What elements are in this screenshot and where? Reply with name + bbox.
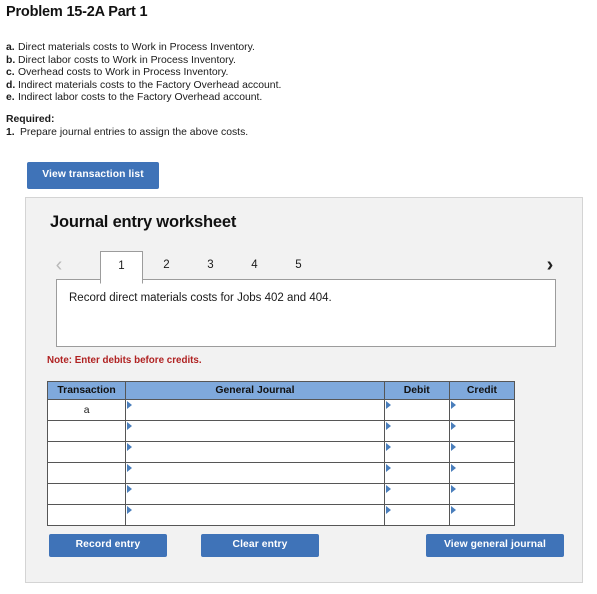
list-item: e. Indirect labor costs to the Factory Ov… [6, 92, 426, 105]
cell-debit[interactable] [383, 483, 450, 505]
cell-general-journal[interactable] [125, 462, 385, 484]
table-row: a [46, 399, 516, 421]
dropdown-marker-icon [385, 485, 391, 493]
table-row [46, 441, 516, 463]
worksheet-title: Journal entry worksheet [50, 213, 237, 231]
cell-general-journal[interactable] [125, 420, 385, 442]
column-header-transaction: Transaction [46, 381, 127, 400]
list-item: b. Direct labor costs to Work in Process … [6, 55, 426, 68]
table-row [46, 483, 516, 505]
cell-transaction[interactable] [46, 462, 127, 484]
cell-debit[interactable] [383, 441, 450, 463]
cell-transaction[interactable] [46, 420, 127, 442]
journal-entry-table: Transaction General Journal Debit Credit… [46, 381, 516, 526]
table-header-row: Transaction General Journal Debit Credit [46, 381, 516, 400]
dropdown-marker-icon [450, 422, 456, 430]
list-item-letter: d. [6, 79, 16, 91]
required-item-text: Prepare journal entries to assign the ab… [20, 127, 249, 138]
list-item: a. Direct materials costs to Work in Proc… [6, 42, 426, 55]
instruction-text: Record direct materials costs for Jobs 4… [69, 292, 332, 304]
cell-debit[interactable] [383, 504, 450, 526]
dropdown-marker-icon [385, 506, 391, 514]
table-row [46, 420, 516, 442]
list-item-text: Overhead costs to Work in Process Invent… [18, 67, 229, 79]
required-label: Required: [6, 114, 55, 125]
dropdown-marker-icon [385, 401, 391, 409]
cell-general-journal[interactable] [125, 483, 385, 505]
cell-credit[interactable] [448, 420, 516, 442]
dropdown-marker-icon [127, 401, 133, 409]
problem-page: Problem 15-2A Part 1 a. Direct materials … [0, 0, 597, 594]
dropdown-marker-icon [450, 464, 456, 472]
dropdown-marker-icon [450, 485, 456, 493]
cell-transaction[interactable] [46, 483, 127, 505]
list-item-text: Direct labor costs to Work in Process In… [18, 54, 236, 66]
tab-5[interactable]: 5 [277, 251, 320, 282]
cell-credit[interactable] [448, 483, 516, 505]
cell-credit[interactable] [448, 399, 516, 421]
tab-1[interactable]: 1 [100, 251, 143, 284]
dropdown-marker-icon [450, 401, 456, 409]
cell-credit[interactable] [448, 462, 516, 484]
cell-transaction[interactable]: a [46, 399, 127, 421]
cell-credit[interactable] [448, 504, 516, 526]
tab-label: 4 [251, 259, 258, 271]
cell-transaction[interactable] [46, 441, 127, 463]
dropdown-marker-icon [127, 464, 133, 472]
tab-label: 3 [207, 259, 214, 271]
list-item-letter: b. [6, 54, 16, 66]
dropdown-marker-icon [450, 506, 456, 514]
tab-4[interactable]: 4 [233, 251, 276, 282]
dropdown-marker-icon [127, 485, 133, 493]
table-row [46, 462, 516, 484]
tab-label: 5 [295, 259, 302, 271]
dropdown-marker-icon [450, 443, 456, 451]
list-item-text: Indirect labor costs to the Factory Over… [18, 92, 263, 104]
dropdown-marker-icon [385, 422, 391, 430]
clear-entry-button[interactable]: Clear entry [201, 534, 319, 557]
view-general-journal-button[interactable]: View general journal [426, 534, 564, 557]
cell-debit[interactable] [383, 399, 450, 421]
required-item-number: 1. [6, 127, 15, 138]
dropdown-marker-icon [127, 443, 133, 451]
chevron-left-icon[interactable]: ‹ [48, 253, 70, 277]
dropdown-marker-icon [127, 422, 133, 430]
table-row [46, 504, 516, 526]
list-item: c. Overhead costs to Work in Process Inve… [6, 67, 426, 80]
list-item-letter: a. [6, 42, 15, 53]
cell-general-journal[interactable] [125, 504, 385, 526]
cell-debit[interactable] [383, 462, 450, 484]
instruction-box: Record direct materials costs for Jobs 4… [56, 279, 556, 347]
list-item-text: Direct materials costs to Work in Proces… [18, 42, 255, 53]
list-item: d. Indirect materials costs to the Factor… [6, 80, 426, 93]
dropdown-marker-icon [127, 506, 133, 514]
required-block: Required: 1. Prepare journal entries to a… [6, 113, 426, 139]
tab-2[interactable]: 2 [145, 251, 188, 282]
problem-item-list: a. Direct materials costs to Work in Proc… [6, 42, 426, 105]
cell-transaction[interactable] [46, 504, 127, 526]
cell-debit[interactable] [383, 420, 450, 442]
journal-entry-worksheet-panel: Journal entry worksheet ‹ 1 2 3 4 5 › Re… [25, 197, 583, 583]
cell-general-journal[interactable] [125, 399, 385, 421]
tab-label: 1 [118, 260, 125, 272]
record-entry-button[interactable]: Record entry [49, 534, 167, 557]
tab-label: 2 [163, 259, 170, 271]
view-transaction-list-button[interactable]: View transaction list [27, 162, 159, 189]
column-header-credit: Credit [448, 381, 516, 400]
page-title: Problem 15-2A Part 1 [6, 4, 148, 20]
dropdown-marker-icon [385, 464, 391, 472]
tab-3[interactable]: 3 [189, 251, 232, 282]
debits-before-credits-note: Note: Enter debits before credits. [47, 355, 202, 366]
cell-general-journal[interactable] [125, 441, 385, 463]
chevron-right-icon[interactable]: › [539, 253, 561, 277]
list-item-text: Indirect materials costs to the Factory … [18, 79, 282, 91]
column-header-general-journal: General Journal [125, 381, 385, 400]
list-item-letter: e. [6, 92, 15, 104]
column-header-debit: Debit [383, 381, 450, 400]
required-item: 1. Prepare journal entries to assign the … [6, 126, 426, 139]
cell-credit[interactable] [448, 441, 516, 463]
dropdown-marker-icon [385, 443, 391, 451]
list-item-letter: c. [6, 67, 15, 79]
